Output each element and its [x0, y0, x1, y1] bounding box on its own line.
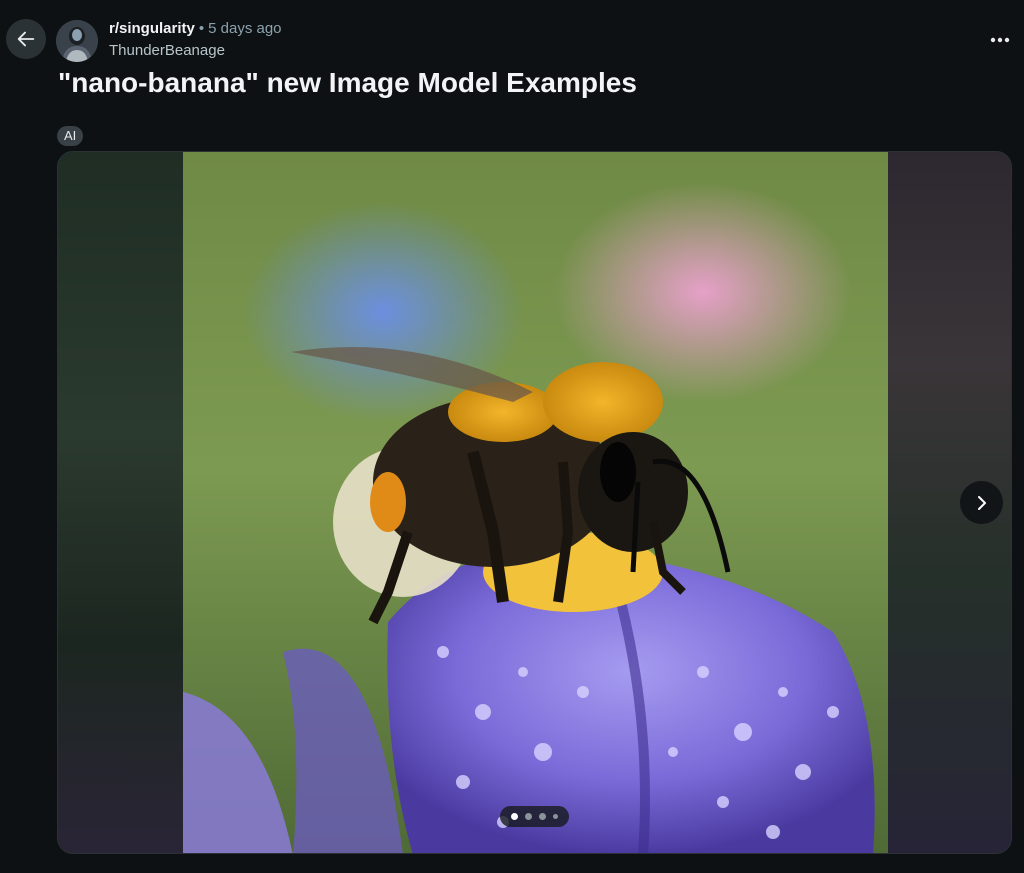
subreddit-link[interactable]: r/singularity: [109, 20, 195, 37]
more-horizontal-icon: [990, 37, 1010, 43]
image-gallery[interactable]: [57, 151, 1012, 854]
author-link[interactable]: ThunderBeanage: [109, 42, 225, 59]
page-dot-4[interactable]: [553, 814, 558, 819]
page-dot-1[interactable]: [511, 813, 518, 820]
back-button[interactable]: [6, 19, 46, 59]
gallery-pagination: [500, 806, 569, 827]
avatar-image: [56, 20, 98, 62]
post-flair[interactable]: AI: [57, 126, 84, 146]
page-dot-3[interactable]: [539, 813, 546, 820]
page-dot-2[interactable]: [525, 813, 532, 820]
post-meta: r/singularity • 5 days ago: [109, 20, 282, 38]
more-options-button[interactable]: [986, 26, 1014, 54]
arrow-left-icon: [17, 31, 35, 47]
meta-separator: •: [198, 20, 205, 37]
gallery-next-button[interactable]: [960, 481, 1003, 524]
subreddit-avatar[interactable]: [56, 20, 98, 62]
chevron-right-icon: [977, 495, 986, 510]
gallery-blur-left: [58, 152, 184, 853]
bee-on-iris-photo[interactable]: [183, 152, 888, 854]
post-title[interactable]: "nano-banana" new Image Model Examples: [58, 66, 637, 100]
post-time: 5 days ago: [208, 20, 282, 37]
